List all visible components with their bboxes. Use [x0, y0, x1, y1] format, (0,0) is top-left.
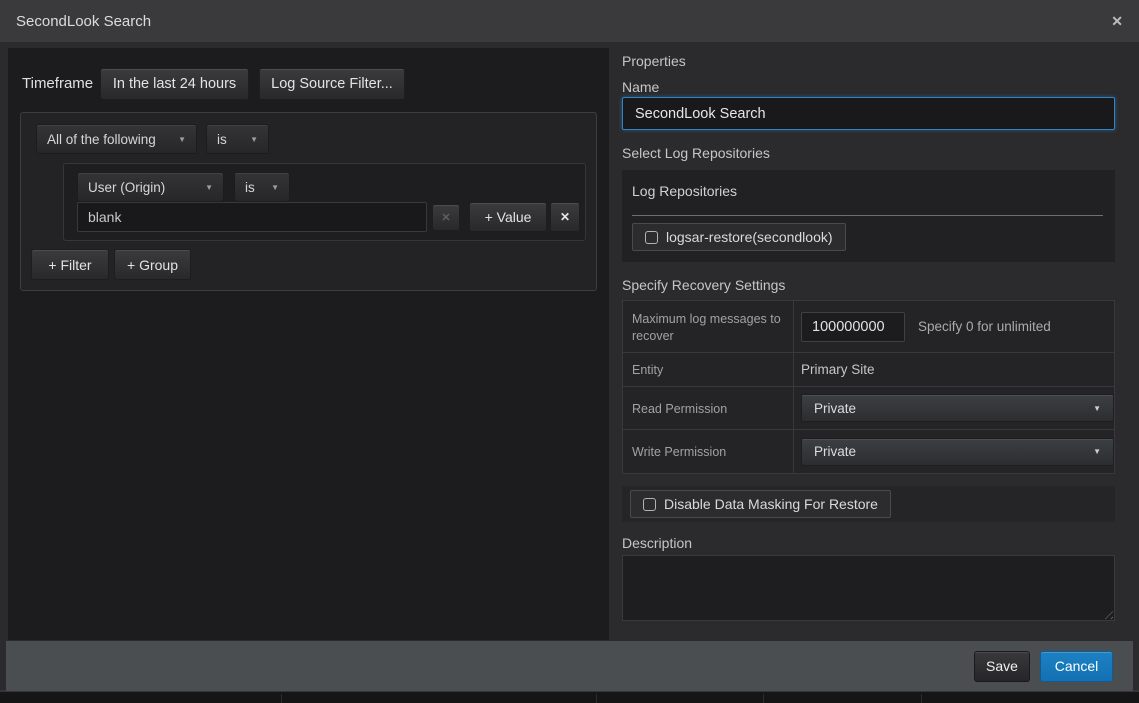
- filter-panel: Timeframe In the last 24 hours Log Sourc…: [8, 48, 609, 640]
- entity-label: Entity: [623, 353, 794, 386]
- match-operator-dropdown[interactable]: is ▼: [206, 124, 269, 154]
- close-icon[interactable]: ✕: [1111, 14, 1123, 28]
- table-row: Write Permission Private ▼: [623, 430, 1114, 473]
- log-source-filter-button[interactable]: Log Source Filter...: [259, 68, 405, 100]
- add-filter-button[interactable]: + Filter: [31, 249, 109, 280]
- field-operator-dropdown[interactable]: is ▼: [234, 172, 290, 202]
- divider: [596, 694, 597, 703]
- write-permission-label: Write Permission: [623, 430, 794, 473]
- add-group-button[interactable]: + Group: [114, 249, 191, 280]
- write-permission-value: Private: [814, 444, 856, 459]
- select-log-repositories-header: Select Log Repositories: [622, 145, 770, 161]
- recovery-settings-table: Maximum log messages to recover Specify …: [622, 300, 1115, 474]
- chevron-down-icon: ▼: [166, 135, 186, 144]
- table-row: Read Permission Private ▼: [623, 387, 1114, 430]
- checkbox-icon: [645, 231, 658, 244]
- remove-value-icon[interactable]: ✕: [432, 204, 460, 231]
- max-log-messages-label: Maximum log messages to recover: [623, 301, 794, 352]
- properties-header: Properties: [622, 53, 686, 69]
- secondlook-search-dialog: SecondLook Search ✕ Timeframe In the las…: [0, 0, 1139, 692]
- background-page-strip: [0, 694, 1139, 703]
- data-masking-row: Disable Data Masking For Restore: [622, 486, 1115, 522]
- secondlook-search-dialog-screen: SecondLook Search ✕ Timeframe In the las…: [0, 0, 1139, 703]
- entity-value: Primary Site: [801, 362, 875, 377]
- dialog-footer: Save Cancel: [6, 641, 1133, 691]
- table-row: Maximum log messages to recover Specify …: [623, 301, 1114, 353]
- read-permission-label: Read Permission: [623, 387, 794, 429]
- divider: [632, 215, 1103, 216]
- cancel-button[interactable]: Cancel: [1040, 651, 1113, 682]
- chevron-down-icon: ▼: [1093, 447, 1101, 456]
- unlimited-hint: Specify 0 for unlimited: [918, 319, 1051, 334]
- name-input[interactable]: [622, 97, 1115, 130]
- dialog-titlebar: SecondLook Search ✕: [0, 0, 1139, 42]
- recovery-settings-header: Specify Recovery Settings: [622, 277, 785, 293]
- field-dropdown[interactable]: User (Origin) ▼: [77, 172, 224, 202]
- read-permission-dropdown[interactable]: Private ▼: [801, 394, 1114, 422]
- log-repositories-title: Log Repositories: [632, 183, 737, 199]
- name-label: Name: [622, 79, 659, 95]
- remove-filter-icon[interactable]: ✕: [550, 202, 580, 232]
- divider: [763, 694, 764, 703]
- divider: [921, 694, 922, 703]
- write-permission-value-cell: Private ▼: [794, 430, 1114, 473]
- field-operator-value: is: [245, 180, 255, 195]
- add-value-button[interactable]: + Value: [469, 202, 547, 232]
- chevron-down-icon: ▼: [238, 135, 258, 144]
- save-button[interactable]: Save: [974, 651, 1030, 682]
- write-permission-dropdown[interactable]: Private ▼: [801, 438, 1114, 466]
- repository-label: logsar-restore(secondlook): [666, 229, 833, 245]
- filter-value-input[interactable]: [77, 202, 427, 232]
- timeframe-label: Timeframe: [22, 75, 93, 92]
- chevron-down-icon: ▼: [193, 183, 213, 192]
- log-repositories-panel: Log Repositories logsar-restore(secondlo…: [622, 170, 1115, 262]
- filter-rule-box: User (Origin) ▼ is ▼ ✕ + Value ✕: [63, 163, 586, 241]
- match-operator-value: is: [217, 132, 227, 147]
- match-type-dropdown[interactable]: All of the following ▼: [36, 124, 197, 154]
- disable-data-masking-checkbox[interactable]: Disable Data Masking For Restore: [630, 490, 891, 518]
- dialog-title: SecondLook Search: [16, 13, 151, 30]
- checkbox-icon: [643, 498, 656, 511]
- max-log-messages-input[interactable]: [801, 312, 905, 342]
- read-permission-value: Private: [814, 401, 856, 416]
- timeframe-button[interactable]: In the last 24 hours: [100, 68, 249, 100]
- chevron-down-icon: ▼: [259, 183, 279, 192]
- read-permission-value-cell: Private ▼: [794, 387, 1114, 429]
- entity-value-cell: Primary Site: [794, 353, 1114, 386]
- max-log-messages-value-cell: Specify 0 for unlimited: [794, 301, 1114, 352]
- disable-data-masking-label: Disable Data Masking For Restore: [664, 496, 878, 512]
- filter-group-box: All of the following ▼ is ▼ User (Origin…: [20, 112, 597, 291]
- description-textarea[interactable]: [622, 555, 1115, 621]
- repository-checkbox-logsar-restore[interactable]: logsar-restore(secondlook): [632, 223, 846, 251]
- description-label: Description: [622, 535, 692, 551]
- divider: [281, 694, 282, 703]
- match-type-value: All of the following: [47, 132, 156, 147]
- chevron-down-icon: ▼: [1093, 404, 1101, 413]
- table-row: Entity Primary Site: [623, 353, 1114, 387]
- field-value: User (Origin): [88, 180, 165, 195]
